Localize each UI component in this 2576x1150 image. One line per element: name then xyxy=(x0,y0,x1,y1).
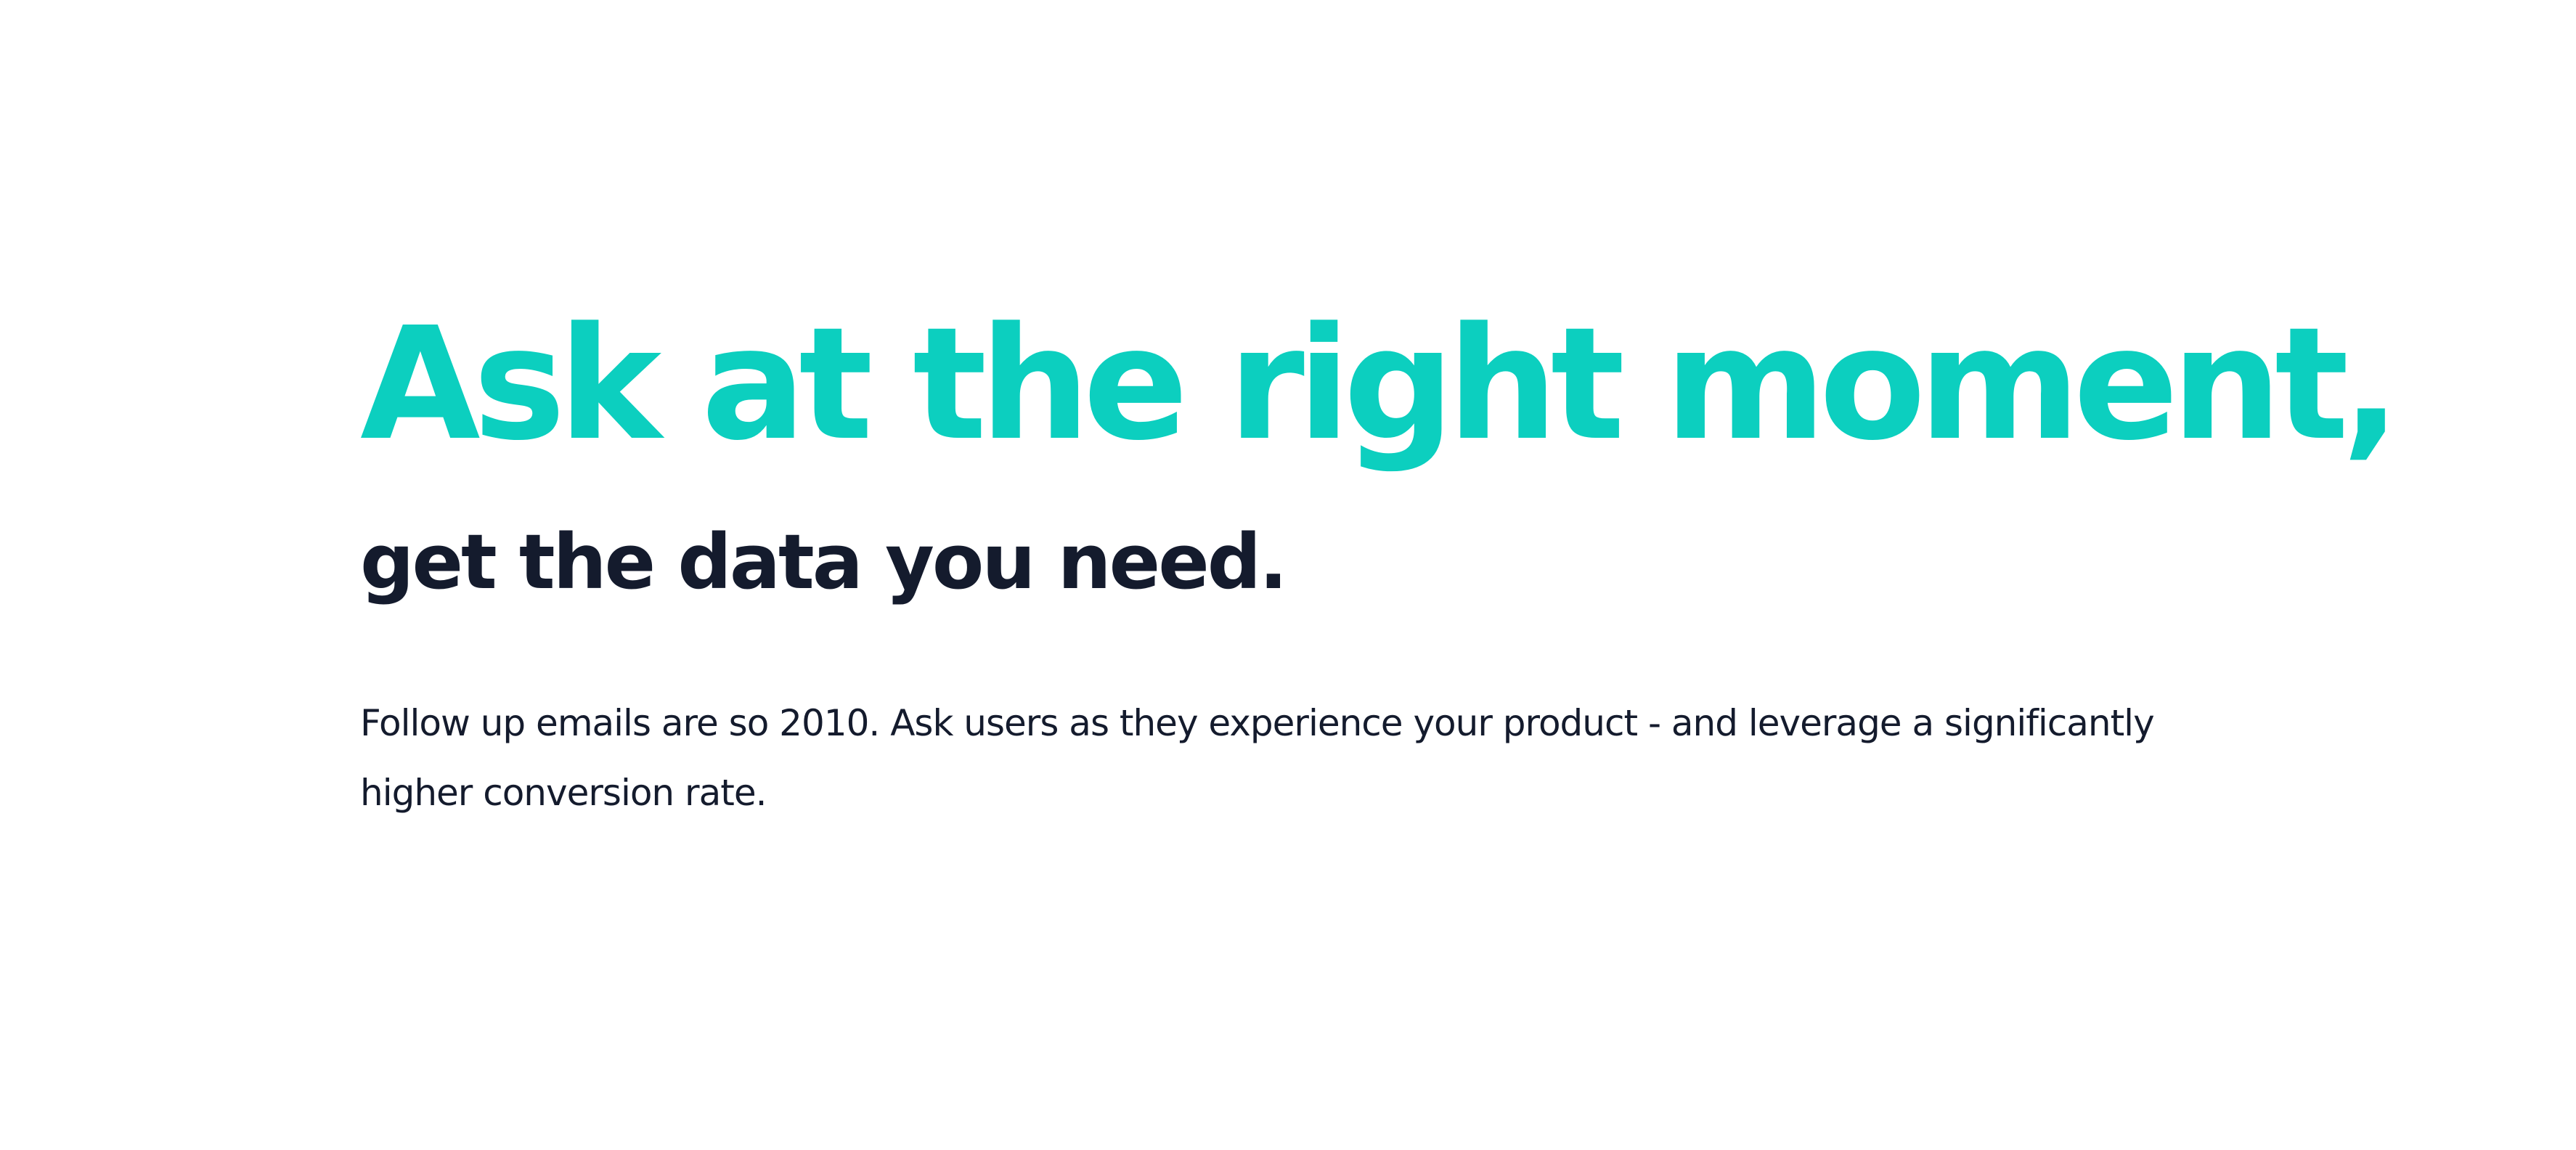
hero-headline: Ask at the right moment, xyxy=(360,294,2401,475)
hero-subheadline: get the data you need. xyxy=(360,518,1288,606)
hero-description: Follow up emails are so 2010. Ask users … xyxy=(360,702,2155,814)
hero-section: Ask at the right moment, get the data yo… xyxy=(0,0,2576,1150)
